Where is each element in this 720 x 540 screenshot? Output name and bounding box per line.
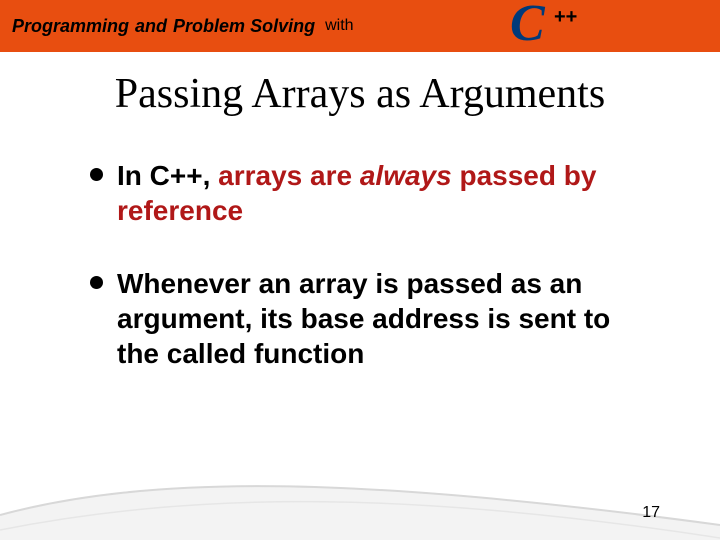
header-text: Programming and Problem Solving with <box>12 16 354 37</box>
header-bar: Programming and Problem Solving with C +… <box>0 0 720 52</box>
bullet-dot-icon <box>90 276 103 289</box>
slide-title: Passing Arrays as Arguments <box>0 70 720 118</box>
background-swoosh <box>0 420 720 540</box>
bullet1-red-pre: arrays are <box>218 160 360 191</box>
page-number: 17 <box>642 504 660 522</box>
header-and: and <box>135 16 167 37</box>
header-with: with <box>325 17 353 35</box>
logo-c-letter: C <box>510 0 545 53</box>
bullet-item: Whenever an array is passed as an argume… <box>90 266 650 371</box>
bullet1-red-italic: always <box>360 160 452 191</box>
logo-plus-plus: ++ <box>554 6 577 29</box>
bullet-dot-icon <box>90 168 103 181</box>
header-problem-solving: Problem Solving <box>173 16 315 37</box>
bullet-text-1: In C++, arrays are always passed by refe… <box>117 158 650 228</box>
slide-content: In C++, arrays are always passed by refe… <box>0 118 720 371</box>
cpp-logo: C ++ <box>510 2 590 50</box>
bullet-item: In C++, arrays are always passed by refe… <box>90 158 650 228</box>
bullet-text-2: Whenever an array is passed as an argume… <box>117 266 650 371</box>
header-programming: Programming <box>12 16 129 37</box>
bullet1-pre: In C++, <box>117 160 218 191</box>
